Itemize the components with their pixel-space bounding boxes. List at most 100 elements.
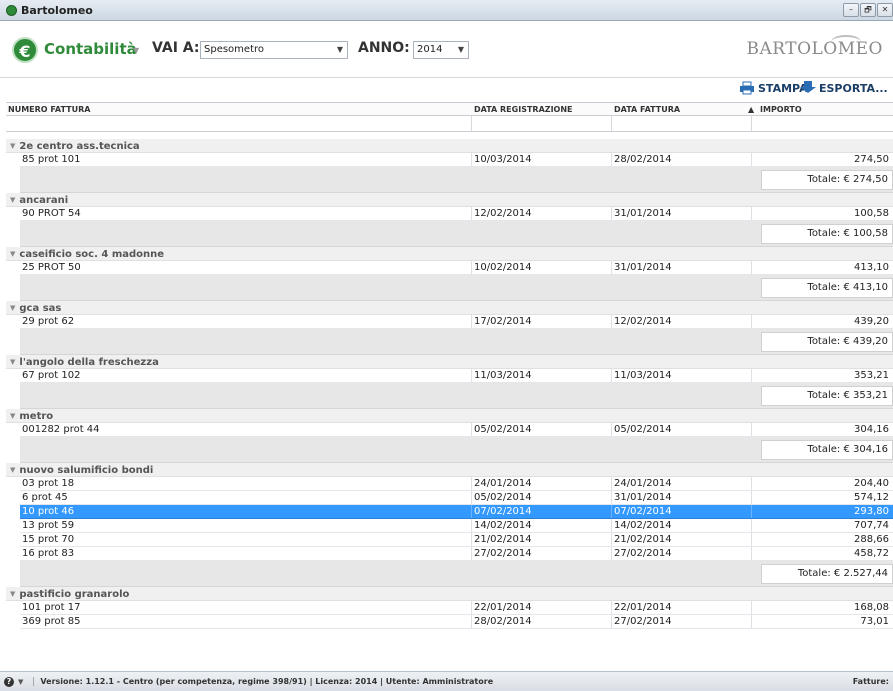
collapse-icon[interactable]: ▼: [10, 466, 15, 474]
anno-select[interactable]: 2014 ▼: [413, 41, 469, 59]
numero-fattura-cell: 101 prot 17: [22, 602, 81, 613]
module-dropdown-icon[interactable]: ▼: [133, 46, 139, 55]
table-row[interactable]: 001282 prot 44 05/02/2014 05/02/2014 304,16: [20, 423, 893, 437]
group: ▼ pastificio granarolo 101 prot 17 22/01/20…: [6, 587, 893, 629]
group-total-row: Totale: € 100,58: [20, 221, 893, 247]
column-separator: [611, 477, 612, 490]
column-separator: [611, 601, 612, 614]
numero-fattura-cell: 13 prot 59: [22, 520, 75, 531]
data-registrazione-cell: 14/02/2014: [474, 520, 532, 531]
table-row[interactable]: 29 prot 62 17/02/2014 12/02/2014 439,20: [20, 315, 893, 329]
help-icon[interactable]: ?: [4, 676, 14, 687]
column-separator: [751, 153, 752, 166]
collapse-icon[interactable]: ▼: [10, 412, 15, 420]
status-count: Fatture:: [852, 677, 889, 686]
column-importo[interactable]: IMPORTO: [760, 105, 802, 114]
group: ▼ metro 001282 prot 44 05/02/2014 05/02/2014…: [6, 409, 893, 463]
table-row[interactable]: 85 prot 101 10/03/2014 28/02/2014 274,50: [20, 153, 893, 167]
table-row[interactable]: 67 prot 102 11/03/2014 11/03/2014 353,21: [20, 369, 893, 383]
window-title: Bartolomeo: [21, 3, 93, 17]
group-header[interactable]: ▼ gca sas: [6, 301, 893, 315]
table-row[interactable]: 13 prot 59 14/02/2014 14/02/2014 707,74: [20, 519, 893, 533]
column-numero-fattura[interactable]: NUMERO FATTURA: [8, 105, 90, 114]
group-header[interactable]: ▼ nuovo salumificio bondi: [6, 463, 893, 477]
group-header[interactable]: ▼ 2e centro ass.tecnica: [6, 139, 893, 153]
group-header[interactable]: ▼ l'angolo della freschezza: [6, 355, 893, 369]
importo-cell: 439,20: [854, 316, 889, 327]
export-button[interactable]: ESPORTA...: [800, 81, 888, 95]
data-fattura-cell: 14/02/2014: [614, 520, 672, 531]
column-separator: [611, 207, 612, 220]
group-name: l'angolo della freschezza: [19, 357, 159, 368]
table-row[interactable]: 03 prot 18 24/01/2014 24/01/2014 204,40: [20, 477, 893, 491]
minimize-button[interactable]: –: [843, 3, 859, 17]
group-name: ancarani: [19, 195, 69, 206]
table-row[interactable]: 10 prot 46 07/02/2014 07/02/2014 293,80: [20, 505, 893, 519]
collapse-icon[interactable]: ▼: [10, 196, 15, 204]
toolbar: STAMPA ESPORTA...: [0, 78, 893, 102]
column-separator: [751, 601, 752, 614]
group-header[interactable]: ▼ ancarani: [6, 193, 893, 207]
group-total: Totale: € 304,16: [761, 440, 893, 460]
filter-row[interactable]: [6, 116, 893, 132]
column-data-registrazione[interactable]: DATA REGISTRAZIONE: [474, 105, 573, 114]
column-separator: [471, 519, 472, 532]
group: ▼ gca sas 29 prot 62 17/02/2014 12/02/2014 43…: [6, 301, 893, 355]
column-data-fattura[interactable]: DATA FATTURA: [614, 105, 680, 114]
collapse-icon[interactable]: ▼: [10, 142, 15, 150]
chevron-down-icon[interactable]: ▼: [18, 678, 23, 686]
status-text: Versione: 1.12.1 - Centro (per competenz…: [33, 677, 493, 686]
module-title[interactable]: Contabilità: [44, 40, 137, 58]
numero-fattura-cell: 10 prot 46: [22, 506, 75, 517]
importo-cell: 100,58: [854, 208, 889, 219]
table-row[interactable]: 90 PROT 54 12/02/2014 31/01/2014 100,58: [20, 207, 893, 221]
column-separator: [471, 491, 472, 504]
vai-a-label: VAI A:: [152, 40, 200, 56]
column-separator: [471, 153, 472, 166]
column-separator: [471, 477, 472, 490]
collapse-icon[interactable]: ▼: [10, 250, 15, 258]
table-row[interactable]: 369 prot 85 28/02/2014 27/02/2014 73,01: [20, 615, 893, 629]
table-row[interactable]: 6 prot 45 05/02/2014 31/01/2014 574,12: [20, 491, 893, 505]
collapse-icon[interactable]: ▼: [10, 358, 15, 366]
table-row[interactable]: 15 prot 70 21/02/2014 21/02/2014 288,66: [20, 533, 893, 547]
title-bar: Bartolomeo – 🗗 ✕: [0, 0, 893, 21]
group-total: Totale: € 413,10: [761, 278, 893, 298]
data-registrazione-cell: 10/03/2014: [474, 154, 532, 165]
numero-fattura-cell: 25 PROT 50: [22, 262, 81, 273]
column-separator: [471, 369, 472, 382]
table-row[interactable]: 25 PROT 50 10/02/2014 31/01/2014 413,10: [20, 261, 893, 275]
importo-cell: 458,72: [854, 548, 889, 559]
data-registrazione-cell: 28/02/2014: [474, 616, 532, 627]
print-button[interactable]: STAMPA: [739, 81, 808, 95]
column-separator: [611, 369, 612, 382]
close-button[interactable]: ✕: [877, 3, 893, 17]
column-separator: [751, 547, 752, 560]
data-fattura-cell: 27/02/2014: [614, 616, 672, 627]
group-header[interactable]: ▼ caseificio soc. 4 madonne: [6, 247, 893, 261]
group-name: metro: [19, 411, 54, 422]
table-row[interactable]: 16 prot 83 27/02/2014 27/02/2014 458,72: [20, 547, 893, 561]
column-separator: [471, 547, 472, 560]
table-row[interactable]: 101 prot 17 22/01/2014 22/01/2014 168,08: [20, 601, 893, 615]
column-separator: [611, 153, 612, 166]
collapse-icon[interactable]: ▼: [10, 304, 15, 312]
group-total-row: Totale: € 274,50: [20, 167, 893, 193]
chevron-down-icon: ▼: [457, 45, 464, 54]
column-separator: [751, 491, 752, 504]
group-header[interactable]: ▼ metro: [6, 409, 893, 423]
group-total: Totale: € 2.527,44: [761, 564, 893, 584]
group-total: Totale: € 439,20: [761, 332, 893, 352]
data-registrazione-cell: 11/03/2014: [474, 370, 532, 381]
maximize-button[interactable]: 🗗: [860, 3, 876, 17]
data-fattura-cell: 31/01/2014: [614, 262, 672, 273]
column-separator: [611, 615, 612, 628]
group-header[interactable]: ▼ pastificio granarolo: [6, 587, 893, 601]
numero-fattura-cell: 6 prot 45: [22, 492, 68, 503]
importo-cell: 574,12: [854, 492, 889, 503]
export-icon: [800, 81, 816, 93]
vai-a-select[interactable]: Spesometro ▼: [200, 41, 348, 59]
column-separator: [471, 533, 472, 546]
collapse-icon[interactable]: ▼: [10, 590, 15, 598]
numero-fattura-cell: 16 prot 83: [22, 548, 75, 559]
